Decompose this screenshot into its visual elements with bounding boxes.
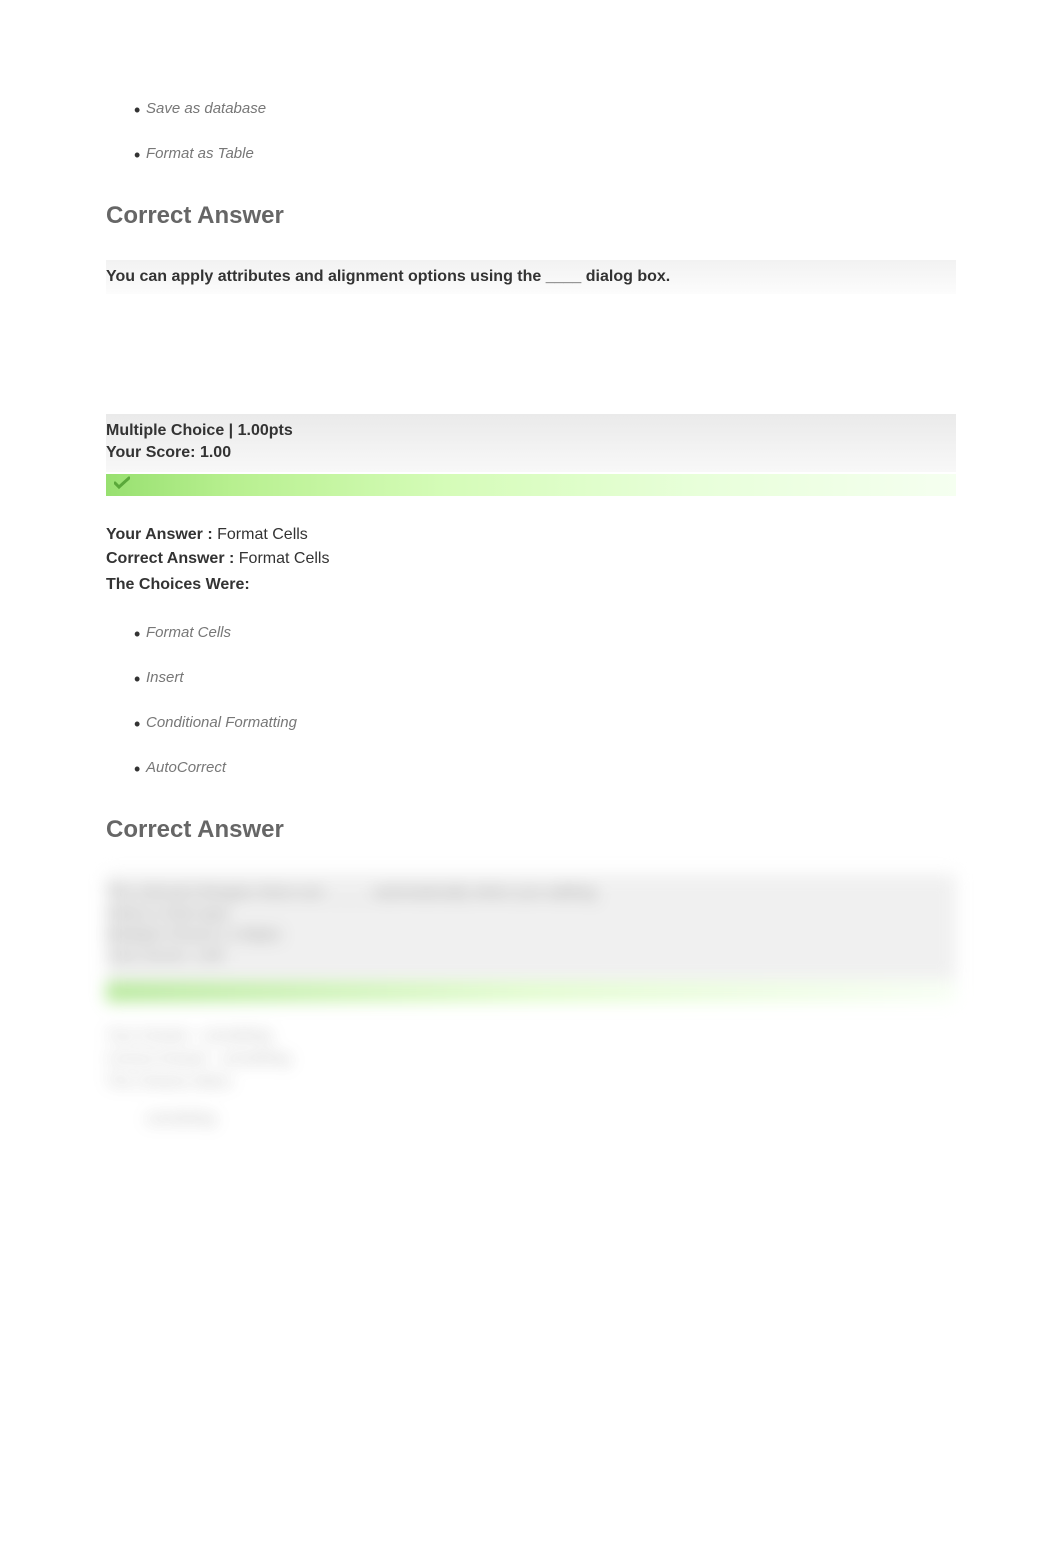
choices-were-header: The Choices Were: [106,576,956,594]
prior-choice-item: Format as Table [146,145,956,162]
your-score: Your Score: 1.00 [106,444,956,462]
your-answer-label: Your Answer : [106,526,217,543]
question-banner: You can apply attributes and alignment o… [106,260,956,294]
prior-choice-item: Save as database [146,100,956,117]
question-text: You can apply attributes and alignment o… [106,268,956,286]
blurred-choice-item: something [106,1110,956,1127]
choice-item: AutoCorrect [146,759,956,776]
correct-answer-label: Correct Answer : [106,550,239,567]
correct-answer-heading: Correct Answer [106,202,956,230]
blurred-choices-header: The Choices Were: [106,1073,956,1090]
choice-item: Format Cells [146,624,956,641]
blurred-meta3: Your Score: 1.00 [106,947,956,964]
correct-answer-heading-2: Correct Answer [106,816,956,844]
choice-item: Insert [146,669,956,686]
blurred-correct-answer: Correct Answer : something [106,1050,956,1067]
correct-answer-line: Correct Answer : Format Cells [106,550,956,568]
question-meta-banner: Multiple Choice | 1.00pts Your Score: 1.… [106,414,956,472]
choice-item: Conditional Formatting [146,714,956,731]
prior-choices-list: Save as database Format as Table [106,100,956,162]
blurred-correct-bar [106,982,956,1002]
blurred-question-text: The relevant thingies there are _____ au… [106,884,956,901]
blurred-question-banner: The relevant thingies there are _____ au… [106,874,956,980]
blurred-meta2: Multiple Choice | 1.00pts [106,926,956,943]
check-icon [114,476,130,493]
your-answer-value: Format Cells [217,526,308,543]
your-answer-line: Your Answer : Format Cells [106,526,956,544]
choices-list: Format Cells Insert Conditional Formatti… [106,624,956,776]
question-type-points: Multiple Choice | 1.00pts [106,422,956,440]
blurred-meta1: Select a that type [106,905,956,922]
correct-indicator-bar [106,474,956,496]
locked-content: The relevant thingies there are _____ au… [106,874,956,1127]
answer-block: Your Answer : Format Cells Correct Answe… [106,526,956,776]
correct-answer-value: Format Cells [239,550,330,567]
blurred-your-answer: Your Answer : something [106,1027,956,1044]
